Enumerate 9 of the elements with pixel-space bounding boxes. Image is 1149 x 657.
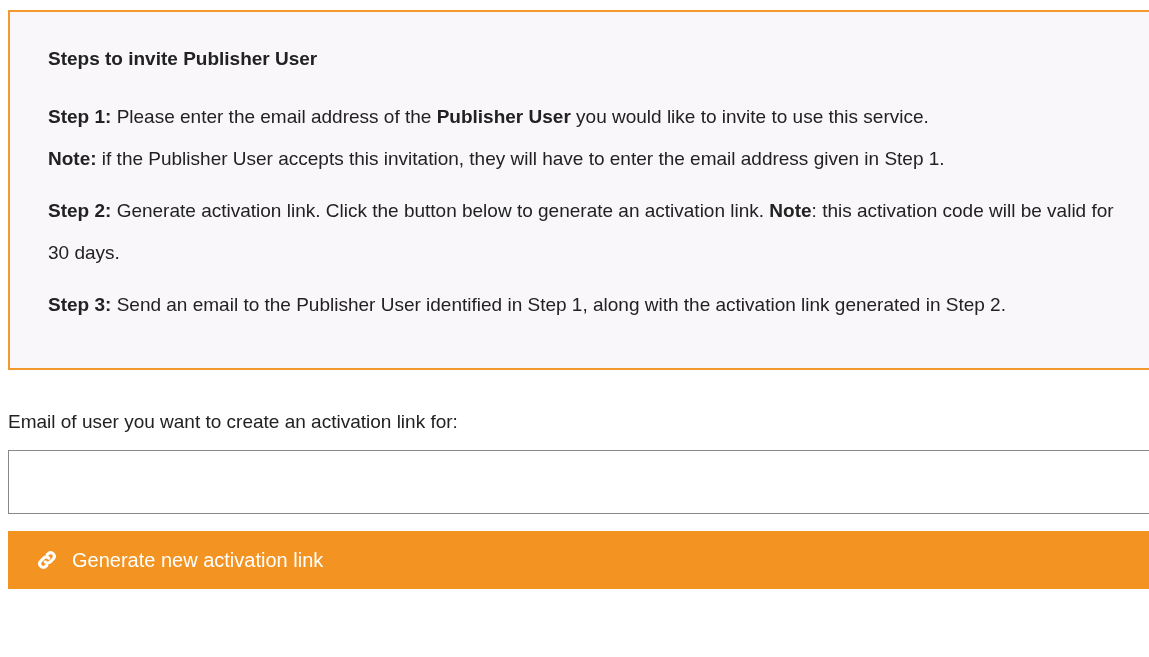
step-text: Step 2: Generate activation link. Click the button below to generate an activation link. Note: this activation code will be valid for 30 days. [48,199,1115,265]
generate-button[interactable]: Generate new activation link [8,531,1149,589]
step-text: Step 1: Please enter the email address of the Publisher User you would like to invite to use this service. [48,105,930,129]
email-field[interactable] [8,450,1149,514]
step-text: Note: if the Publisher User accepts this invitation, they will have to enter the email address given in Step 1. [48,147,946,171]
link-icon [36,549,58,571]
instructions-title: Steps to invite Publisher User [48,48,319,70]
field-label: Email of user you want to create an activation link for: [8,410,459,434]
step-text: Step 3: Send an email to the Publisher User identified in Step 1, along with the activation link generated in Step 2. [48,293,1007,317]
